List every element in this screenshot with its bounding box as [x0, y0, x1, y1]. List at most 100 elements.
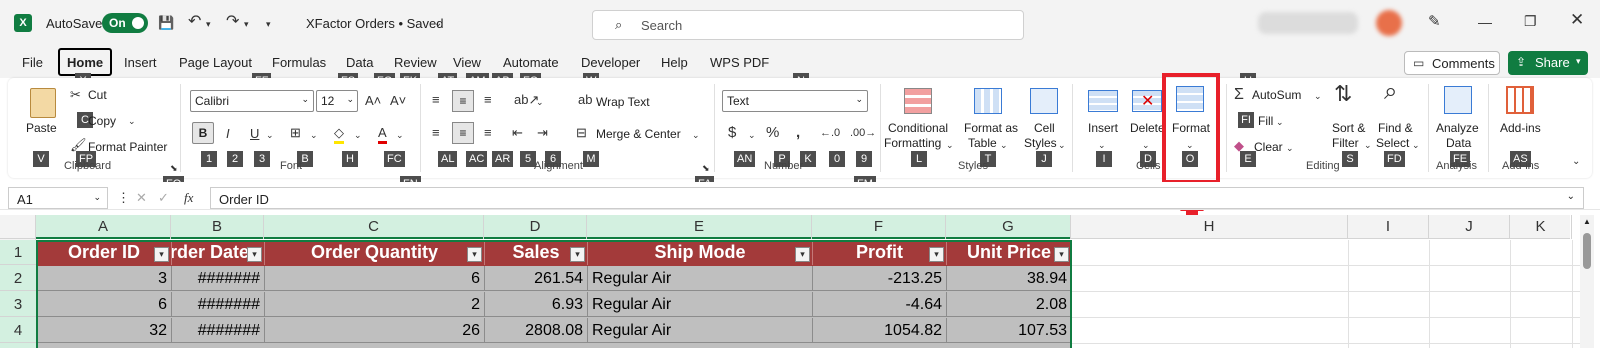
orientation-dropdown-icon[interactable]: ⌄ [536, 94, 544, 110]
fill-button[interactable]: Fill [1258, 114, 1273, 128]
account-area[interactable] [1258, 12, 1358, 34]
column-header-d[interactable]: D [484, 215, 587, 239]
font-color-dropdown-icon[interactable]: ⌄ [396, 127, 404, 143]
align-top-icon[interactable]: ≡ [432, 92, 440, 108]
insert-cells-button[interactable]: Insert [1088, 121, 1118, 135]
increase-decimal-icon[interactable]: ←.0 [820, 125, 840, 141]
row-header-2[interactable]: 2 [0, 266, 36, 291]
copy-dropdown-icon[interactable]: ⌄ [128, 113, 136, 129]
column-header-e[interactable]: E [587, 215, 812, 239]
confirm-entry-icon[interactable]: ✓ [158, 190, 169, 206]
tab-data[interactable]: Data [346, 55, 373, 70]
sort-filter-button[interactable]: Sort & [1332, 121, 1365, 135]
analyze-data-button[interactable]: Analyze [1436, 121, 1479, 135]
collapse-ribbon-icon[interactable]: ⌄ [1572, 154, 1580, 170]
format-painter-button[interactable]: Format Painter [88, 140, 167, 154]
merge-center-button[interactable]: Merge & Center [596, 127, 681, 141]
row-header-4[interactable]: 4 [0, 318, 36, 343]
redo-icon[interactable]: ↷ [226, 14, 239, 30]
conditional-formatting-button[interactable]: Conditional [888, 121, 948, 135]
vertical-scrollbar[interactable]: ▲ [1580, 215, 1594, 348]
copy-button[interactable]: Copy [88, 114, 116, 128]
italic-button[interactable]: I [226, 126, 230, 142]
accounting-icon[interactable]: $ [728, 125, 736, 141]
column-header-g[interactable]: G [946, 215, 1071, 239]
bold-button[interactable]: B [192, 122, 214, 144]
fill-dropdown-icon[interactable]: ⌄ [1276, 114, 1284, 130]
document-title[interactable]: XFactor Orders • Saved [306, 16, 444, 31]
autosum-button[interactable]: AutoSum [1252, 88, 1301, 102]
column-header-c[interactable]: C [264, 215, 484, 239]
font-size-dropdown[interactable]: 12 ⌄ [316, 90, 358, 112]
comments-button[interactable]: ▭ Comments [1404, 51, 1500, 75]
delete-cells-button[interactable]: Delete [1130, 121, 1165, 135]
align-left-icon[interactable]: ≡ [432, 125, 440, 141]
autosum-icon[interactable]: Σ [1234, 87, 1244, 103]
share-button[interactable]: ⇪ Share ▾ [1508, 51, 1588, 75]
borders-dropdown-icon[interactable]: ⌄ [310, 127, 318, 143]
tab-file[interactable]: File [22, 55, 43, 70]
tab-formulas[interactable]: Formulas [272, 55, 326, 70]
clipboard-launcher-icon[interactable]: ⬊ [170, 160, 178, 176]
comma-icon[interactable]: , [796, 125, 800, 141]
alignment-launcher-icon[interactable]: ⬊ [702, 160, 710, 176]
format-as-table-button[interactable]: Format as [964, 121, 1018, 135]
tab-insert[interactable]: Insert [124, 55, 157, 70]
cancel-entry-icon[interactable]: ✕ [136, 190, 147, 206]
column-header-b[interactable]: B [171, 215, 264, 239]
customize-qat-icon[interactable]: ▾ [266, 16, 271, 32]
row-header-1[interactable]: 1 [0, 240, 36, 265]
number-format-dropdown[interactable]: Text ⌄ [722, 90, 868, 112]
select-all-corner[interactable] [0, 215, 36, 239]
clear-dropdown-icon[interactable]: ⌄ [1286, 140, 1294, 156]
fill-color-icon[interactable]: ◇ [334, 125, 344, 144]
accounting-dropdown-icon[interactable]: ⌄ [748, 127, 756, 143]
wrap-text-button[interactable]: Wrap Text [596, 95, 650, 109]
save-icon[interactable]: 💾 [158, 15, 174, 31]
font-name-dropdown[interactable]: Calibri ⌄ [190, 90, 314, 112]
autosum-dropdown-icon[interactable]: ⌄ [1314, 88, 1322, 104]
font-color-icon[interactable]: A [378, 125, 387, 144]
undo-dropdown-icon[interactable]: ▾ [206, 16, 211, 32]
underline-button[interactable]: U [250, 126, 259, 142]
formula-input[interactable]: Order ID ⌄ [210, 187, 1584, 209]
restore-icon[interactable]: ❐ [1524, 13, 1537, 29]
paste-button[interactable]: Paste [26, 121, 57, 135]
scroll-thumb[interactable] [1583, 233, 1591, 269]
cell-styles-button[interactable]: Cell [1034, 121, 1055, 135]
align-bottom-icon[interactable]: ≡ [484, 92, 492, 108]
column-header-f[interactable]: F [812, 215, 946, 239]
merge-dropdown-icon[interactable]: ⌄ [692, 127, 700, 143]
find-select-button[interactable]: Find & [1378, 121, 1413, 135]
add-ins-button[interactable]: Add-ins [1500, 121, 1541, 135]
column-header-j[interactable]: J [1429, 215, 1510, 239]
tab-developer[interactable]: Developer [581, 55, 640, 70]
increase-indent-icon[interactable]: ⇥ [537, 125, 548, 141]
search-box[interactable]: ⌕ Search [592, 10, 1024, 40]
more-icon[interactable]: ⋮ [117, 190, 130, 206]
underline-dropdown-icon[interactable]: ⌄ [266, 127, 274, 143]
avatar[interactable] [1376, 10, 1402, 36]
increase-font-icon[interactable]: A˄ [365, 93, 381, 109]
decrease-font-icon[interactable]: A˅ [390, 93, 406, 109]
decrease-decimal-icon[interactable]: .00→ [850, 125, 876, 141]
align-center-button[interactable]: ≡ [452, 122, 474, 144]
scroll-up-icon[interactable]: ▲ [1583, 217, 1591, 226]
designer-icon[interactable]: ✎ [1428, 14, 1441, 30]
column-header-i[interactable]: I [1348, 215, 1429, 239]
row-header-3[interactable]: 3 [0, 292, 36, 317]
tab-automate[interactable]: Automate [503, 55, 559, 70]
autosave-toggle[interactable]: On [102, 13, 148, 33]
tab-wps-pdf[interactable]: WPS PDF [710, 55, 769, 70]
tab-help[interactable]: Help [661, 55, 688, 70]
minimize-icon[interactable]: — [1478, 14, 1492, 30]
column-header-a[interactable]: A [36, 215, 171, 239]
column-header-h[interactable]: H [1071, 215, 1348, 239]
insert-function-button[interactable]: fx [184, 190, 193, 206]
expand-formula-icon[interactable]: ⌄ [1567, 191, 1575, 202]
name-box[interactable]: A1 ⌄ [8, 187, 108, 209]
align-right-icon[interactable]: ≡ [484, 125, 492, 141]
column-header-k[interactable]: K [1510, 215, 1572, 239]
decrease-indent-icon[interactable]: ⇤ [512, 125, 523, 141]
close-icon[interactable]: ✕ [1570, 11, 1584, 28]
